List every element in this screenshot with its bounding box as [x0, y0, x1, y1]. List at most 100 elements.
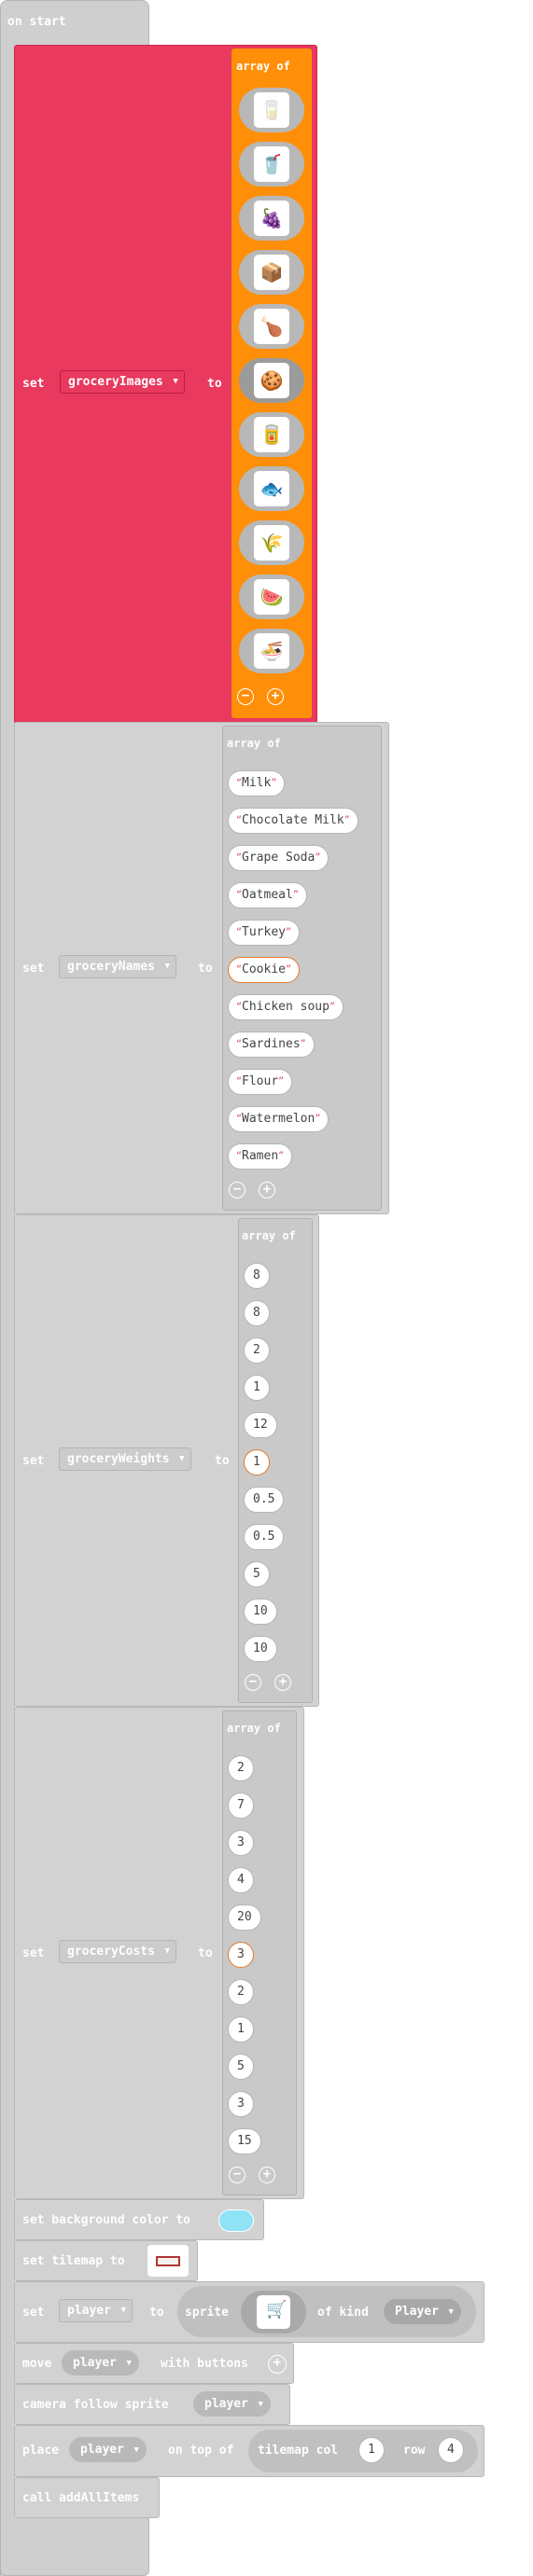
color-swatch[interactable] [218, 2209, 254, 2232]
string-value: Chicken soup [242, 1000, 330, 1014]
number-item[interactable]: 15 [228, 2128, 261, 2154]
variable-dropdown-grocery-costs[interactable]: groceryCosts [59, 1940, 176, 1963]
number-item[interactable]: 2 [244, 1337, 270, 1364]
number-item[interactable]: 5 [228, 2054, 254, 2080]
string-value: Watermelon [242, 1112, 316, 1126]
of-kind-keyword: of kind [317, 2306, 369, 2320]
number-item[interactable]: 20 [228, 1904, 261, 1931]
image-item[interactable]: 📦 [239, 250, 304, 295]
number-item[interactable]: 3 [228, 1830, 254, 1856]
array-of-label: array of [227, 737, 281, 750]
add-item-icon[interactable]: + [259, 1182, 275, 1198]
image-item[interactable]: 🍪 [239, 358, 304, 403]
image-item[interactable]: 🥤 [239, 142, 304, 187]
string-item[interactable]: “Chocolate Milk” [228, 808, 358, 834]
number-item[interactable]: 8 [244, 1300, 270, 1326]
cookie-icon: 🍪 [254, 363, 289, 398]
image-item[interactable]: 🍗 [239, 304, 304, 349]
to-keyword: to [207, 377, 222, 391]
add-item-icon[interactable]: + [259, 2167, 275, 2183]
to-keyword: to [198, 1946, 213, 1960]
row-input[interactable]: 4 [438, 2437, 464, 2463]
chicken-soup-can-icon: 🥫 [254, 417, 289, 452]
image-item[interactable]: 🐟 [239, 466, 304, 511]
variable-dropdown-grocery-names[interactable]: groceryNames [59, 955, 176, 978]
array-of-label: array of [236, 60, 290, 73]
string-item[interactable]: “Grape Soda” [228, 845, 330, 871]
image-item[interactable]: 🍜 [239, 629, 304, 673]
string-value: Oatmeal [242, 888, 293, 902]
add-item-icon[interactable]: + [267, 688, 284, 705]
number-item[interactable]: 3 [228, 1942, 254, 1968]
to-keyword: to [198, 962, 213, 976]
number-item[interactable]: 12 [244, 1412, 277, 1438]
string-item[interactable]: “Chicken soup” [228, 994, 344, 1020]
grape-soda-icon: 🍇 [254, 201, 289, 236]
string-item[interactable]: “Watermelon” [228, 1106, 330, 1132]
ramen-bowl-icon: 🍜 [254, 633, 289, 669]
variable-dropdown-player[interactable]: player [59, 2299, 133, 2322]
string-value: Ramen [242, 1149, 279, 1163]
image-item[interactable]: 🍉 [239, 575, 304, 619]
number-item[interactable]: 2 [228, 1979, 254, 2005]
number-item[interactable]: 4 [228, 1867, 254, 1893]
remove-item-icon[interactable]: − [245, 1674, 261, 1691]
number-item[interactable]: 3 [228, 2091, 254, 2117]
string-item[interactable]: “Turkey” [228, 920, 301, 946]
turkey-icon: 🍗 [254, 309, 289, 344]
number-item[interactable]: 7 [228, 1793, 254, 1819]
tilemap-preview-icon [156, 2256, 180, 2266]
variable-dropdown-grocery-images[interactable]: groceryImages [60, 370, 185, 394]
on-start-label: on start [7, 15, 66, 29]
remove-item-icon[interactable]: − [229, 1182, 245, 1198]
image-item[interactable]: 🥫 [239, 412, 304, 457]
string-value: Sardines [242, 1037, 301, 1051]
move-player-block[interactable] [14, 2343, 294, 2384]
remove-item-icon[interactable]: − [237, 688, 254, 705]
number-item[interactable]: 10 [244, 1636, 277, 1662]
number-item[interactable]: 2 [228, 1755, 254, 1781]
set-tilemap-label: set tilemap to [22, 2254, 125, 2268]
variable-dropdown-player[interactable]: player [62, 2350, 139, 2375]
tilemap-thumbnail[interactable] [147, 2245, 189, 2277]
sprite-thumbnail: 🛒 [257, 2295, 290, 2329]
variable-dropdown-player[interactable]: player [69, 2437, 147, 2462]
set-keyword: set [22, 962, 45, 976]
number-item[interactable]: 1 [244, 1375, 270, 1401]
move-keyword: move [22, 2357, 52, 2371]
string-value: Turkey [242, 925, 286, 939]
number-item[interactable]: 0.5 [244, 1487, 285, 1513]
number-item[interactable]: 0.5 [244, 1524, 285, 1550]
number-item[interactable]: 1 [244, 1449, 270, 1475]
image-item[interactable]: 🍇 [239, 196, 304, 241]
watermelon-icon: 🍉 [254, 579, 289, 615]
string-item[interactable]: “Oatmeal” [228, 882, 307, 908]
array-of-label: array of [242, 1229, 296, 1242]
on-start-body [0, 43, 15, 2576]
variable-dropdown-player[interactable]: player [193, 2391, 271, 2417]
milk-carton-icon: 🥛 [254, 92, 289, 128]
string-item[interactable]: “Ramen” [228, 1143, 293, 1170]
on-start-footer [0, 2518, 149, 2576]
set-keyword: set [22, 2306, 45, 2320]
set-background-color-label: set background color to [22, 2213, 191, 2227]
string-item[interactable]: “Milk” [228, 770, 286, 796]
remove-item-icon[interactable]: − [229, 2167, 245, 2183]
sardines-tin-icon: 🐟 [254, 471, 289, 506]
col-input[interactable]: 1 [358, 2437, 385, 2463]
string-item[interactable]: “Flour” [228, 1069, 293, 1095]
number-item[interactable]: 8 [244, 1263, 270, 1289]
variable-dropdown-grocery-weights[interactable]: groceryWeights [59, 1447, 191, 1471]
image-item[interactable]: 🥛 [239, 88, 304, 132]
shopping-cart-icon: 🛒 [266, 2300, 288, 2320]
set-keyword: set [22, 1946, 45, 1960]
add-item-icon[interactable]: + [274, 1674, 291, 1691]
number-item[interactable]: 10 [244, 1599, 277, 1625]
image-item[interactable]: 🌾 [239, 520, 304, 565]
string-item[interactable]: “Sardines” [228, 1032, 315, 1058]
kind-dropdown[interactable]: Player [384, 2299, 461, 2324]
expand-options-icon[interactable]: + [268, 2355, 287, 2374]
string-item[interactable]: “Cookie” [228, 957, 301, 983]
number-item[interactable]: 1 [228, 2016, 254, 2043]
number-item[interactable]: 5 [244, 1561, 270, 1587]
